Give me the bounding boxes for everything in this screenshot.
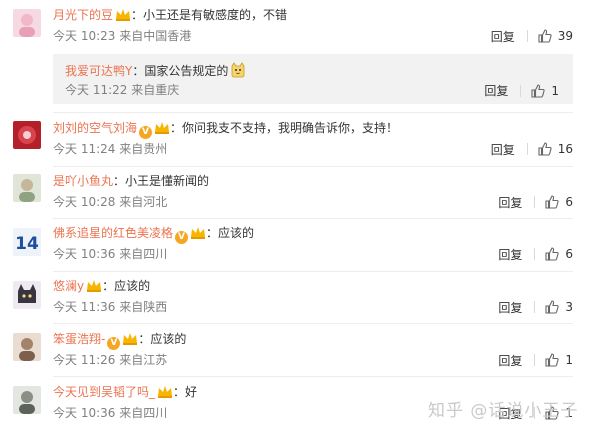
like-button[interactable]: 6 [545, 195, 573, 209]
like-count: 6 [565, 195, 573, 209]
avatar[interactable]: 14 [13, 228, 41, 256]
action-divider [526, 143, 528, 155]
action-divider [526, 30, 528, 42]
comment-text: ：好 [173, 385, 198, 399]
like-button[interactable]: 39 [538, 29, 573, 43]
username[interactable]: 佛系追星的红色美凌格 [53, 226, 173, 240]
username[interactable]: 今天见到吴韬了吗_ [53, 385, 155, 399]
thumbs-up-icon [538, 142, 552, 156]
verified-v-icon: V [175, 231, 189, 244]
comment-time: 今天 11:36 [53, 300, 116, 314]
reply-button[interactable]: 回复 [498, 246, 522, 263]
reply-username[interactable]: 我爱可达鸭Y [65, 64, 132, 78]
cat-face-emoji [231, 62, 245, 78]
action-divider [520, 84, 522, 97]
svg-text:14: 14 [15, 234, 39, 254]
like-count: 1 [565, 353, 573, 367]
reply-button[interactable]: 回复 [498, 194, 522, 211]
reply-source: 来自重庆 [131, 83, 180, 97]
like-button[interactable]: 1 [545, 353, 573, 367]
like-count: 3 [565, 300, 573, 314]
action-divider [534, 301, 536, 313]
comment-time: 今天 10:36 [53, 406, 116, 420]
verified-v-icon: V [139, 126, 153, 139]
comment-divider [53, 323, 573, 324]
avatar[interactable] [13, 281, 41, 309]
comment-text: ：应该的 [102, 279, 151, 293]
reply-button[interactable]: 回复 [498, 299, 522, 316]
comment-time: 今天 11:26 [53, 353, 116, 367]
comment-divider [53, 271, 573, 272]
avatar[interactable] [13, 9, 41, 37]
thumbs-up-icon [545, 247, 559, 261]
comment-source: 来自中国香港 [119, 29, 192, 43]
reply-button[interactable]: 回复 [484, 82, 508, 99]
member-crown-icon [191, 227, 206, 239]
like-count: 6 [565, 247, 573, 261]
avatar[interactable] [13, 121, 41, 149]
like-button[interactable]: 6 [545, 247, 573, 261]
comment-source: 来自四川 [119, 247, 168, 261]
like-button[interactable]: 16 [538, 142, 573, 156]
member-crown-icon [123, 333, 138, 345]
nested-reply: 我爱可达鸭Y：国家公告规定的 今天 11:22 来自重庆 回复 1 [53, 54, 573, 104]
watermark: 知乎 @话说小王子 [428, 401, 579, 421]
thumbs-up-icon [545, 353, 559, 367]
comment-divider [53, 376, 573, 377]
comment-divider [53, 218, 573, 219]
action-divider [534, 248, 536, 260]
verified-v-icon: V [107, 337, 121, 350]
avatar[interactable] [13, 386, 41, 414]
reply-time: 今天 11:22 [65, 83, 128, 97]
like-button[interactable]: 1 [531, 84, 559, 98]
comment-text: ：应该的 [206, 226, 255, 240]
thumbs-up-icon [531, 83, 545, 98]
like-count: 1 [551, 83, 559, 98]
thumbs-up-icon [538, 29, 552, 43]
comment-source: 来自四川 [119, 406, 168, 420]
comment-time: 今天 10:28 [53, 195, 116, 209]
username[interactable]: 是吖小鱼丸 [53, 174, 113, 188]
avatar[interactable] [13, 174, 41, 202]
username[interactable]: 笨蛋浩翔- [53, 332, 105, 346]
comment-divider [53, 112, 573, 113]
comment-divider [53, 166, 573, 167]
comment-source: 来自陕西 [119, 300, 168, 314]
member-crown-icon [158, 386, 173, 398]
reply-text: ：国家公告规定的 [132, 64, 229, 78]
like-count: 39 [557, 29, 573, 43]
comment-time: 今天 10:36 [53, 247, 116, 261]
like-button[interactable]: 3 [545, 300, 573, 314]
thumbs-up-icon [545, 300, 559, 314]
comment-source: 来自江苏 [119, 353, 168, 367]
member-crown-icon [87, 280, 102, 292]
comment-time: 今天 11:24 [53, 142, 116, 156]
username[interactable]: 月光下的豆 [53, 8, 113, 22]
member-crown-icon [155, 122, 170, 134]
action-divider [534, 196, 536, 208]
comment-text: ：小王还是有敏感度的，不错 [131, 8, 288, 22]
comment-source: 来自贵州 [119, 142, 168, 156]
reply-button[interactable]: 回复 [491, 28, 515, 45]
comment-source: 来自河北 [119, 195, 168, 209]
comment-time: 今天 10:23 [53, 29, 116, 43]
like-count: 16 [557, 142, 573, 156]
thumbs-up-icon [545, 195, 559, 209]
action-divider [534, 354, 536, 366]
username[interactable]: 刘刘的空气刘海 [53, 121, 137, 135]
reply-button[interactable]: 回复 [491, 141, 515, 158]
comment-text: ：小王是懂新闻的 [113, 174, 210, 188]
member-crown-icon [116, 9, 131, 21]
comment-text: ：应该的 [138, 332, 187, 346]
avatar[interactable] [13, 333, 41, 361]
username[interactable]: 悠澜y [53, 279, 84, 293]
comment-text: ：你问我支不支持，我明确告诉你，支持！ [170, 121, 399, 135]
reply-button[interactable]: 回复 [498, 352, 522, 369]
